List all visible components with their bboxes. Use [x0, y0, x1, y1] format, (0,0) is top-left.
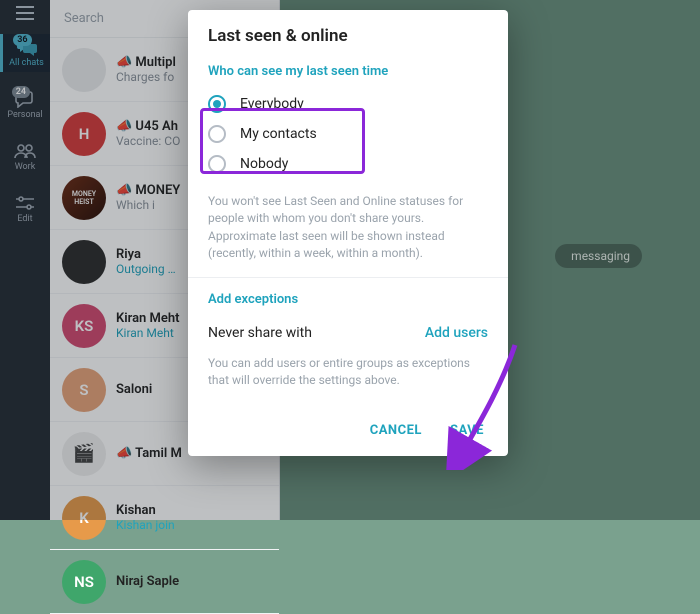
chat-row[interactable]: NS Niraj Saple	[50, 550, 279, 614]
annotation-arrow	[440, 340, 522, 470]
exceptions-label: Add exceptions	[188, 278, 508, 315]
modal-info-text: You won't see Last Seen and Online statu…	[188, 183, 508, 277]
option-my-contacts[interactable]: My contacts	[208, 119, 488, 149]
modal-title: Last seen & online	[188, 10, 508, 54]
option-nobody[interactable]: Nobody	[208, 149, 488, 179]
add-users-link[interactable]: Add users	[425, 325, 488, 341]
option-label: My contacts	[240, 126, 317, 142]
never-share-label: Never share with	[208, 325, 312, 341]
option-label: Nobody	[240, 156, 288, 172]
option-everybody[interactable]: Everybody	[208, 89, 488, 119]
avatar: NS	[62, 560, 106, 604]
radio-icon	[208, 95, 226, 113]
radio-icon	[208, 125, 226, 143]
radio-icon	[208, 155, 226, 173]
chat-title: Niraj Saple	[116, 574, 269, 589]
modal-section-label: Who can see my last seen time	[188, 54, 508, 87]
option-label: Everybody	[240, 96, 304, 112]
cancel-button[interactable]: CANCEL	[370, 423, 422, 438]
radio-group: Everybody My contacts Nobody	[188, 87, 508, 183]
chat-subtitle: Kishan join	[116, 518, 269, 532]
